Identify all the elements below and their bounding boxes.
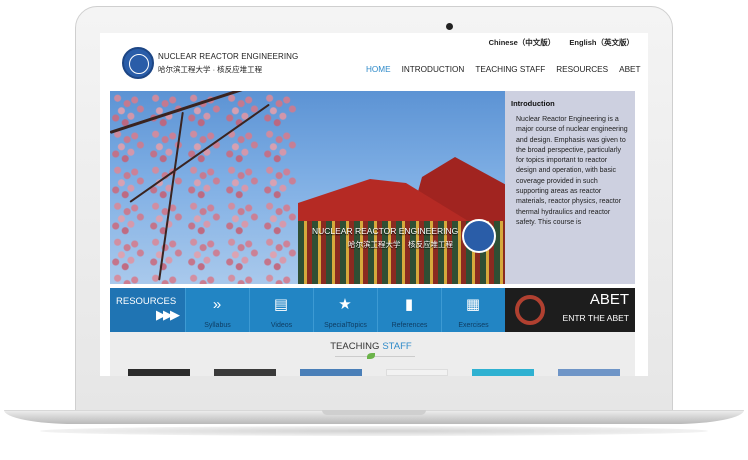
brand-name-en: NUCLEAR REACTOR ENGINEERING — [158, 51, 299, 61]
staff-heading: TEACHING STAFF — [110, 341, 635, 352]
syllabus-label: Syllabus — [204, 322, 231, 329]
book-icon: ▮ — [404, 296, 414, 313]
lang-english-link[interactable]: English（英文版） — [569, 38, 634, 47]
leaf-icon — [367, 353, 375, 359]
nav-teaching-staff[interactable]: TEACHING STAFF — [475, 65, 545, 74]
logo-text: NUCLEAR REACTOR ENGINEERING 哈尔滨工程大学 · 核反… — [158, 52, 298, 75]
site-logo[interactable]: NUCLEAR REACTOR ENGINEERING 哈尔滨工程大学 · 核反… — [122, 47, 298, 79]
film-icon: ▤ — [273, 296, 289, 313]
language-switcher: Chinese（中文版） English（英文版） — [477, 37, 634, 48]
double-chevron-icon: » — [212, 295, 222, 313]
abet-ring-icon — [515, 295, 545, 325]
staff-divider — [335, 356, 415, 357]
nav-home[interactable]: HOME — [366, 65, 391, 74]
lang-chinese-link[interactable]: Chinese（中文版） — [489, 38, 556, 47]
resources-bar: RESOURCES ▶▶▶ » Syllabus ▤ Videos ★ Spec… — [110, 288, 635, 332]
nav-abet[interactable]: ABET — [619, 65, 640, 74]
exercises-label: Exercises — [458, 322, 489, 329]
staff-photo[interactable] — [386, 369, 448, 376]
website-screen: Chinese（中文版） English（英文版） NUCLEAR REACTO… — [100, 33, 648, 376]
university-seal-icon — [122, 47, 154, 79]
hero-title-en: NUCLEAR REACTOR ENGINEERING — [312, 226, 459, 236]
arrows-right-icon: ▶▶▶ — [156, 307, 180, 322]
plum-blossoms — [110, 91, 300, 284]
brand-name-cn: 哈尔滨工程大学 · 核反应堆工程 — [158, 64, 263, 74]
teaching-staff-section: TEACHING STAFF — [110, 332, 635, 376]
resources-button[interactable]: RESOURCES ▶▶▶ — [110, 288, 185, 332]
staff-photo[interactable] — [300, 369, 362, 376]
abet-title: ABET — [589, 291, 629, 308]
syllabus-button[interactable]: » Syllabus — [185, 288, 249, 332]
exercises-button[interactable]: ▦ Exercises — [441, 288, 505, 332]
special-topics-label: SpecialTopics — [324, 322, 367, 329]
main-nav: HOME INTRODUCTION TEACHING STAFF RESOURC… — [366, 65, 641, 74]
staff-photo[interactable] — [128, 369, 190, 376]
special-topics-button[interactable]: ★ SpecialTopics — [313, 288, 377, 332]
nav-introduction[interactable]: INTRODUCTION — [402, 65, 465, 74]
references-button[interactable]: ▮ References — [377, 288, 441, 332]
intro-body: Nuclear Reactor Engineering is a major c… — [516, 116, 628, 226]
camera-icon — [446, 23, 453, 30]
abet-banner[interactable]: ABET ENTR THE ABET — [505, 288, 635, 332]
document-icon: ▦ — [465, 296, 481, 313]
staff-photo[interactable] — [558, 369, 620, 376]
hero-title-cn: 哈尔滨工程大学 核反应堆工程 — [348, 240, 453, 249]
hero-banner: NUCLEAR REACTOR ENGINEERING 哈尔滨工程大学 核反应堆… — [110, 91, 505, 284]
laptop-notch — [322, 410, 426, 415]
staff-heading-part1: TEACHING — [330, 341, 380, 352]
resources-label: RESOURCES — [116, 296, 177, 307]
staff-photo[interactable] — [214, 369, 276, 376]
intro-title: Introduction — [511, 99, 555, 108]
nav-resources[interactable]: RESOURCES — [556, 65, 608, 74]
staff-heading-part2: STAFF — [382, 341, 412, 352]
videos-button[interactable]: ▤ Videos — [249, 288, 313, 332]
references-label: References — [391, 322, 428, 329]
intro-panel: Introduction Nuclear Reactor Engineering… — [505, 91, 635, 284]
abet-subtitle: ENTR THE ABET — [562, 313, 629, 323]
videos-label: Videos — [270, 322, 293, 329]
hero-seal-icon — [462, 219, 496, 253]
staff-photo[interactable] — [472, 369, 534, 376]
star-folder-icon: ★ — [338, 296, 352, 313]
laptop-shadow — [40, 426, 708, 436]
